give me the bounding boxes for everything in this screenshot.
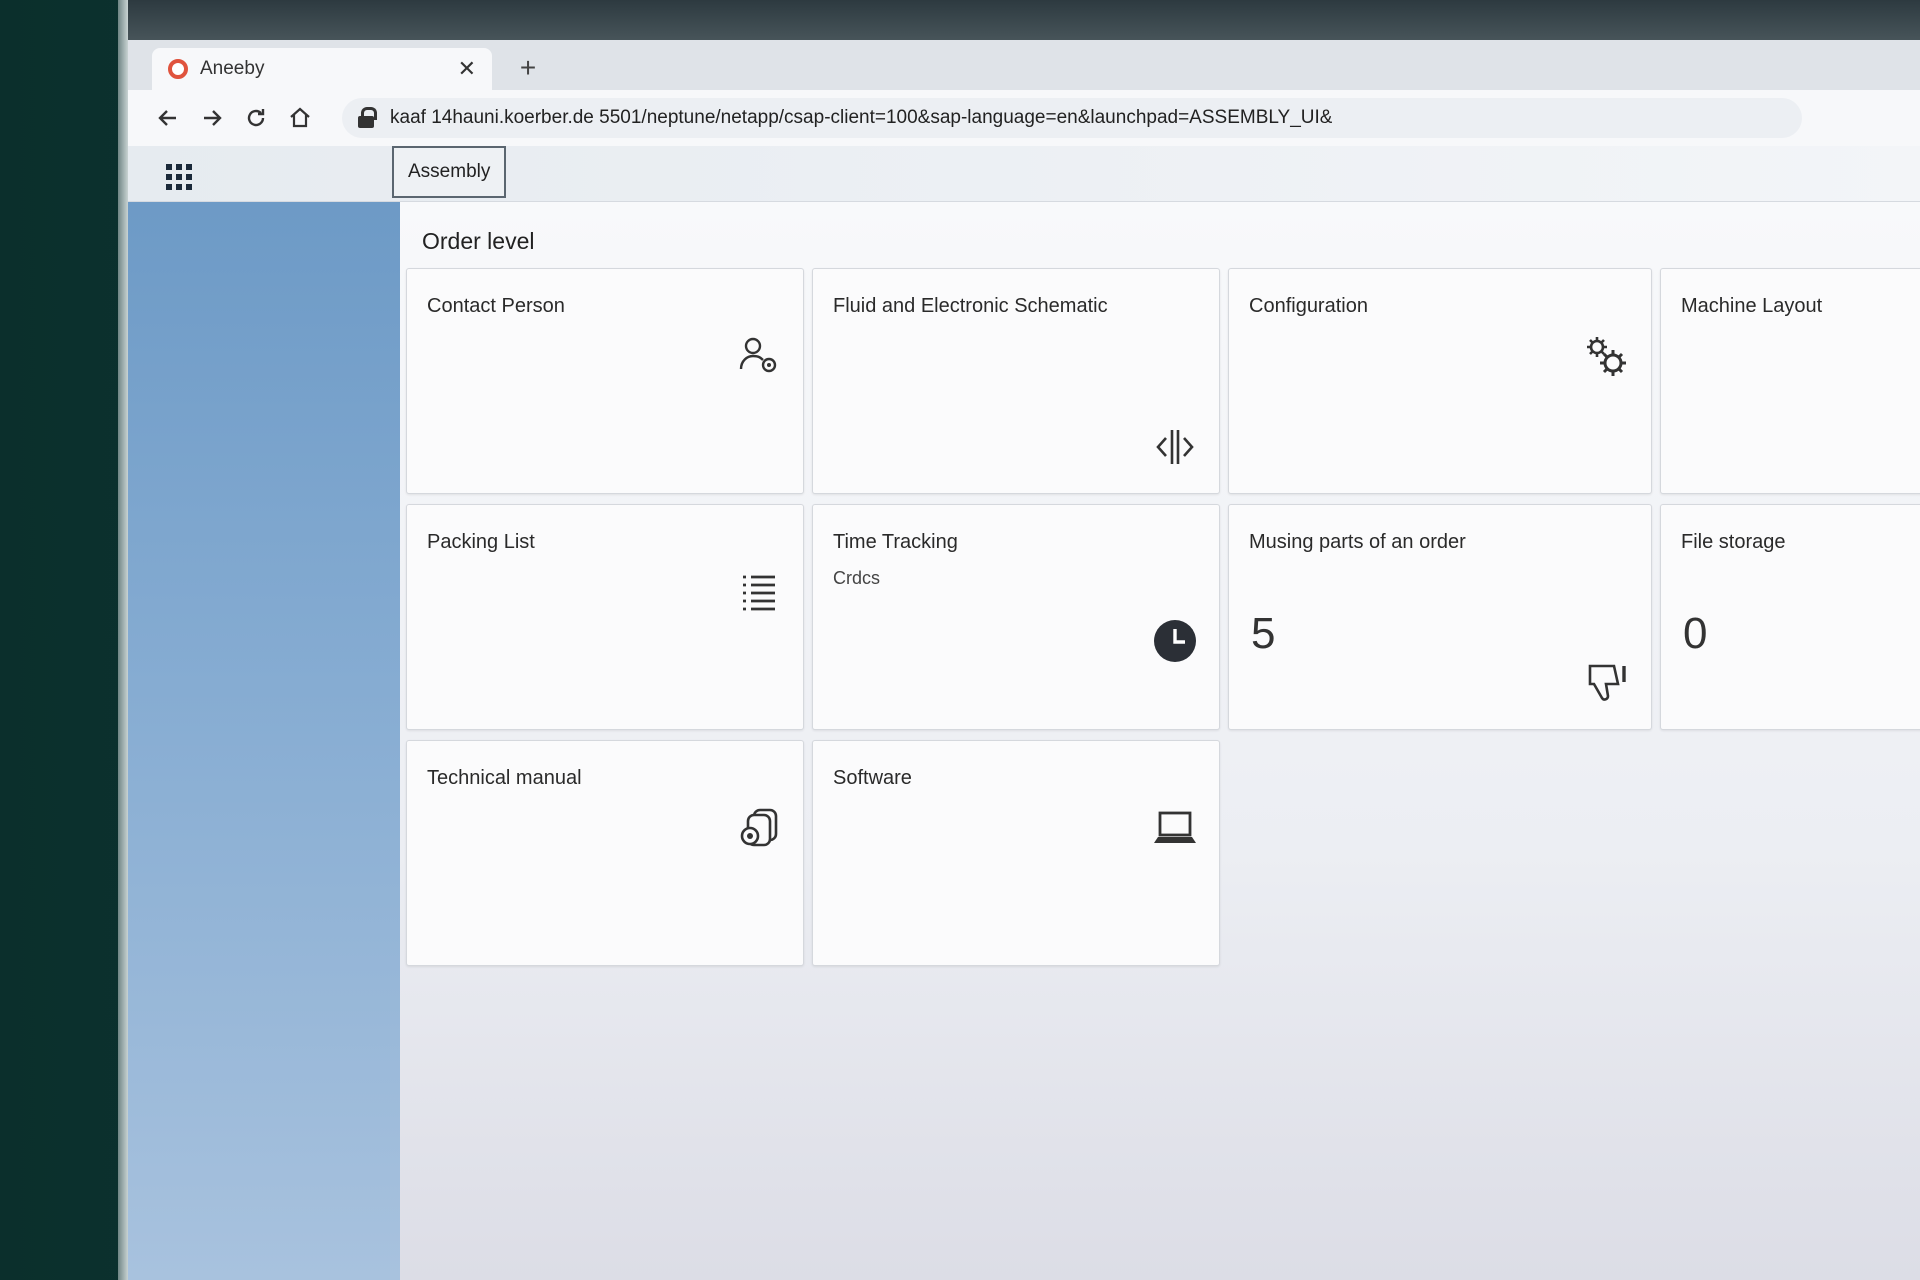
tile-subtitle: Crdcs: [833, 568, 881, 588]
tile-title: Time Tracking: [833, 531, 958, 553]
split-view-icon: [1151, 423, 1199, 471]
contact-person-icon: [735, 333, 783, 381]
close-tab-icon[interactable]: ✕: [458, 56, 476, 82]
tile-file-storage[interactable]: File storage 0: [1660, 504, 1920, 730]
lock-icon: [358, 107, 377, 129]
tile-count: 5: [1251, 609, 1276, 658]
tile-title: Software: [833, 767, 912, 789]
tile-title: File storage: [1681, 531, 1786, 553]
tile-title: Configuration: [1249, 295, 1368, 317]
app-launcher-grid-icon[interactable]: [166, 164, 192, 190]
monitor-bezel: [118, 0, 128, 1280]
browser-tab-bar: Aneeby ✕ +: [128, 40, 1920, 90]
main-content: Order level Contact Person Fluid and Ele…: [400, 202, 1920, 1280]
tile-fluid-electronic-schematic[interactable]: Fluid and Electronic Schematic: [812, 268, 1220, 494]
tile-configuration[interactable]: Configuration: [1228, 268, 1652, 494]
tile-packing-list[interactable]: Packing List: [406, 504, 804, 730]
arrow-right-icon: [204, 110, 222, 126]
browser-tab[interactable]: Aneeby ✕: [152, 48, 492, 90]
list-icon: [735, 569, 783, 617]
thumbs-down-icon: [1583, 659, 1631, 707]
documents-icon: [735, 805, 783, 853]
arrow-left-icon: [158, 110, 176, 126]
laptop-icon: [1151, 805, 1199, 853]
tile-missing-parts[interactable]: Musing parts of an order 5: [1228, 504, 1652, 730]
gears-icon: [1583, 333, 1631, 381]
address-bar[interactable]: kaaf 14hauni.koerber.de 5501/neptune/net…: [342, 98, 1802, 138]
clock-icon: [1151, 617, 1199, 665]
new-tab-button[interactable]: +: [508, 50, 548, 88]
screen: Aneeby ✕ + kaaf 14hauni.koerber.de 5501/…: [128, 0, 1920, 1280]
tab-title: Aneeby: [200, 58, 265, 79]
home-button[interactable]: [280, 98, 320, 138]
url-text: kaaf 14hauni.koerber.de 5501/neptune/net…: [390, 107, 1333, 128]
tile-machine-layout[interactable]: Machine Layout: [1660, 268, 1920, 494]
browser-toolbar: kaaf 14hauni.koerber.de 5501/neptune/net…: [128, 90, 1920, 146]
reload-button[interactable]: [236, 98, 276, 138]
section-title: Order level: [422, 228, 535, 254]
tile-title: Machine Layout: [1681, 295, 1823, 317]
tile-software[interactable]: Software: [812, 740, 1220, 966]
tile-title: Packing List: [427, 531, 535, 553]
tile-contact-person[interactable]: Contact Person: [406, 268, 804, 494]
tile-title: Technical manual: [427, 767, 582, 789]
tile-technical-manual[interactable]: Technical manual: [406, 740, 804, 966]
tile-count: 0: [1683, 609, 1708, 658]
tab-assembly[interactable]: Assembly: [392, 146, 507, 198]
back-button[interactable]: [148, 98, 188, 138]
home-icon: [290, 107, 310, 128]
tile-title: Fluid and Electronic Schematic: [833, 295, 1108, 317]
tile-title: Musing parts of an order: [1249, 531, 1466, 553]
favicon-icon: [168, 59, 188, 79]
reload-icon: [247, 109, 265, 127]
sidebar-panel: [128, 202, 400, 1280]
app-header: Assembly: [128, 146, 1920, 202]
forward-button[interactable]: [192, 98, 232, 138]
tile-title: Contact Person: [427, 295, 565, 317]
tile-grid: Contact Person Fluid and Electronic Sche…: [406, 268, 1920, 966]
tile-time-tracking[interactable]: Time Tracking Crdcs: [812, 504, 1220, 730]
